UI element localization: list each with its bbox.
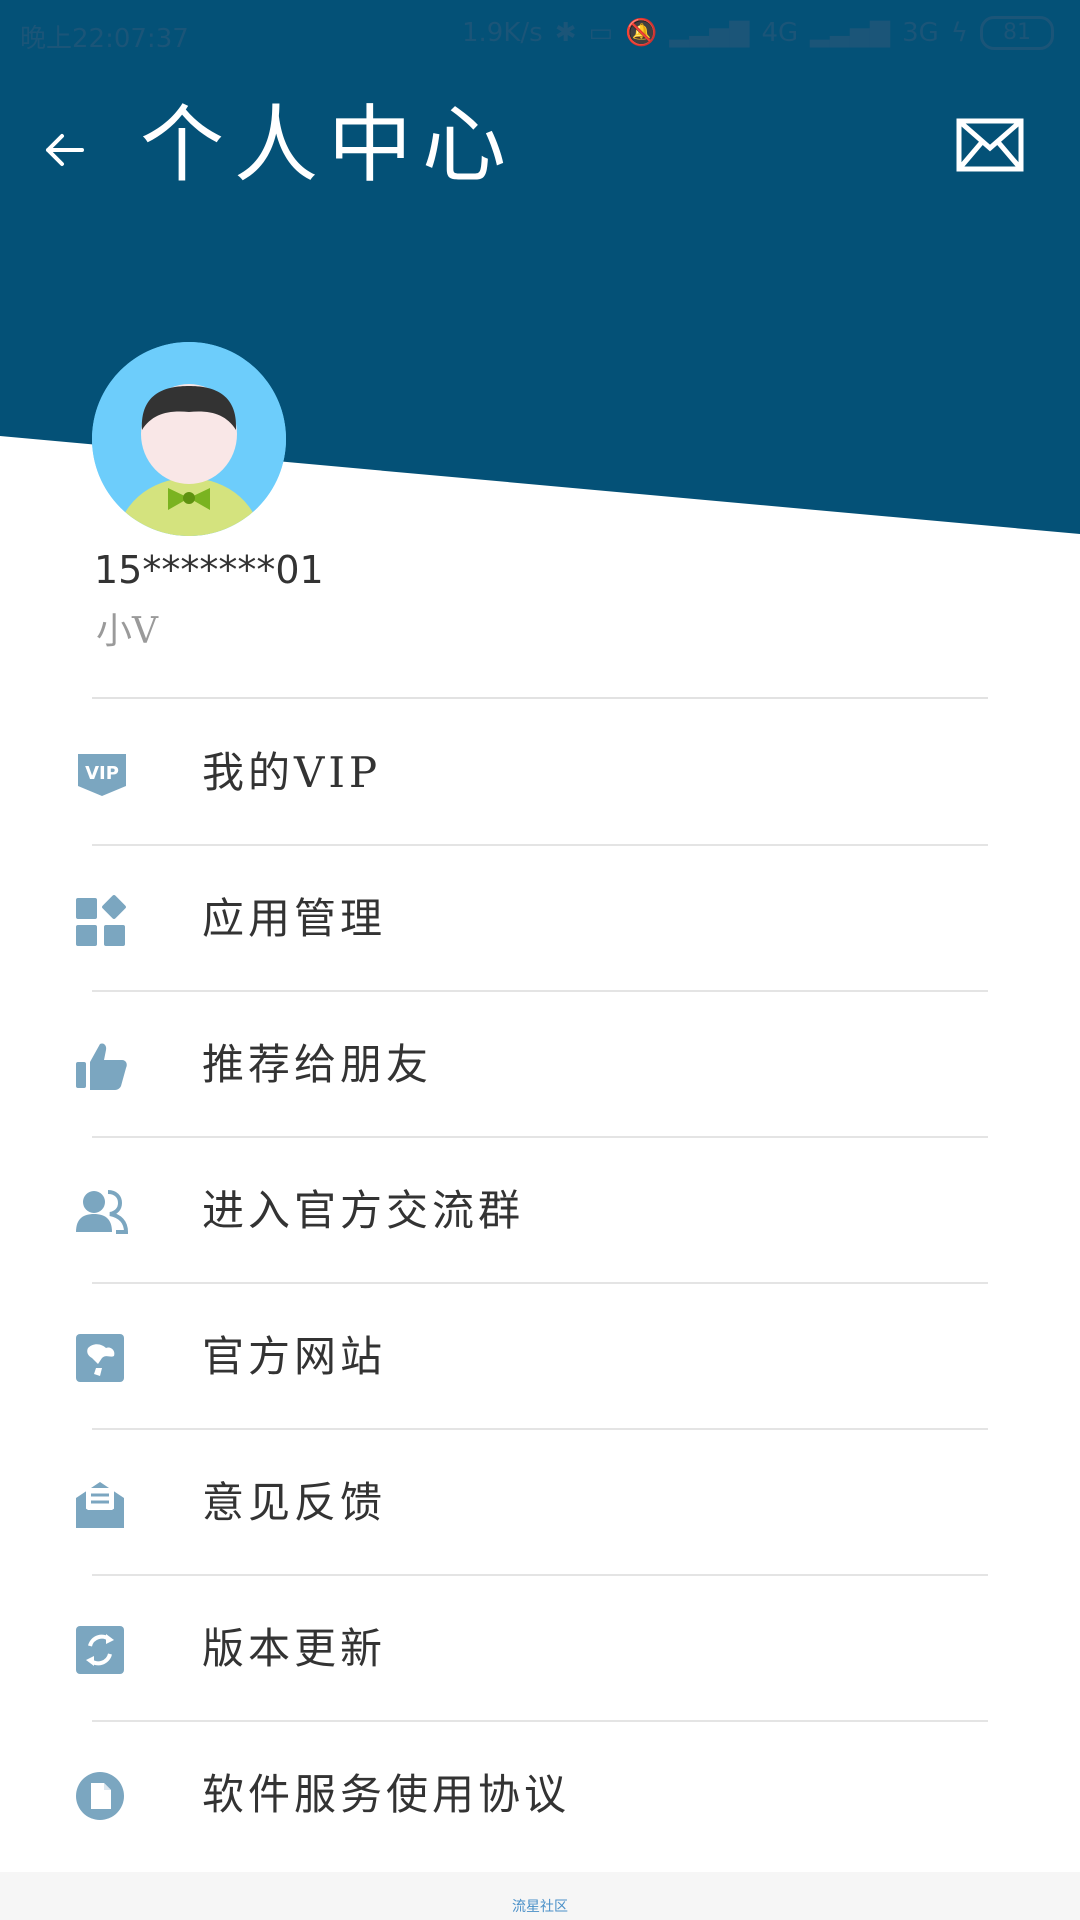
charging-icon: ϟ (950, 18, 968, 48)
document-icon (76, 1772, 124, 1820)
status-right: 1.9K/s ✱ ▭ 🔕 ▂▃▅▇ 4G ▂▃▅▇ 3G ϟ 81 (462, 16, 1054, 50)
avatar-image (92, 342, 286, 536)
status-bar: 晚上22:07:37 1.9K/s ✱ ▭ 🔕 ▂▃▅▇ 4G ▂▃▅▇ 3G … (0, 0, 1080, 70)
menu-item-recommend[interactable]: 推荐给朋友 (0, 992, 1080, 1138)
vibrate-icon: ▭ (588, 18, 614, 48)
top-bar: 个人中心 (0, 90, 1080, 200)
menu-item-website[interactable]: 官方网站 (0, 1284, 1080, 1430)
menu-item-app-management[interactable]: 应用管理 (0, 846, 1080, 992)
vip-icon: VIP (78, 754, 126, 796)
menu-label: 我的VIP (202, 748, 382, 797)
signal-type-2: 3G (902, 18, 939, 48)
net-speed: 1.9K/s (462, 18, 543, 48)
user-nickname: 小V (96, 611, 158, 652)
menu-label: 进入官方交流群 (202, 1186, 525, 1235)
back-arrow-icon[interactable] (38, 118, 102, 182)
menu-item-join-group[interactable]: 进入官方交流群 (0, 1138, 1080, 1284)
menu-item-vip[interactable]: VIP 我的VIP (0, 700, 1080, 846)
battery-level: 81 (980, 16, 1054, 50)
menu-label: 应用管理 (202, 894, 387, 943)
menu-label: 官方网站 (202, 1332, 387, 1381)
menu-label: 版本更新 (202, 1624, 387, 1673)
mute-icon: 🔕 (625, 18, 658, 48)
page-title: 个人中心 (140, 96, 517, 194)
footer: 流星社区 (0, 1872, 1080, 1920)
menu-label: 软件服务使用协议 (202, 1770, 571, 1819)
menu-item-version-update[interactable]: 版本更新 (0, 1576, 1080, 1722)
group-icon (76, 1190, 128, 1234)
menu-label: 意见反馈 (202, 1478, 387, 1527)
user-phone: 15*******01 (94, 548, 324, 592)
divider (92, 697, 988, 699)
mail-icon[interactable] (956, 118, 1024, 172)
signal-icon-2: ▂▃▅▇ (810, 18, 891, 48)
menu-list: VIP 我的VIP 应用管理 推荐给朋友 进入官方交流群 官方网站 意见反馈 版… (0, 700, 1080, 1868)
menu-item-service-agreement[interactable]: 软件服务使用协议 (0, 1722, 1080, 1868)
apps-icon (76, 895, 126, 946)
update-icon (76, 1626, 124, 1674)
svg-text:VIP: VIP (85, 763, 119, 784)
footer-text: 流星社区 (512, 1899, 568, 1915)
status-time: 晚上22:07:37 (20, 24, 189, 54)
signal-type-1: 4G (761, 18, 799, 48)
menu-item-feedback[interactable]: 意见反馈 (0, 1430, 1080, 1576)
thumbs-up-icon (76, 1043, 127, 1090)
website-icon (76, 1334, 124, 1382)
feedback-icon (76, 1482, 124, 1528)
menu-label: 推荐给朋友 (202, 1040, 433, 1089)
avatar[interactable] (92, 342, 286, 536)
bluetooth-icon: ✱ (554, 18, 577, 48)
signal-icon: ▂▃▅▇ (669, 18, 750, 48)
